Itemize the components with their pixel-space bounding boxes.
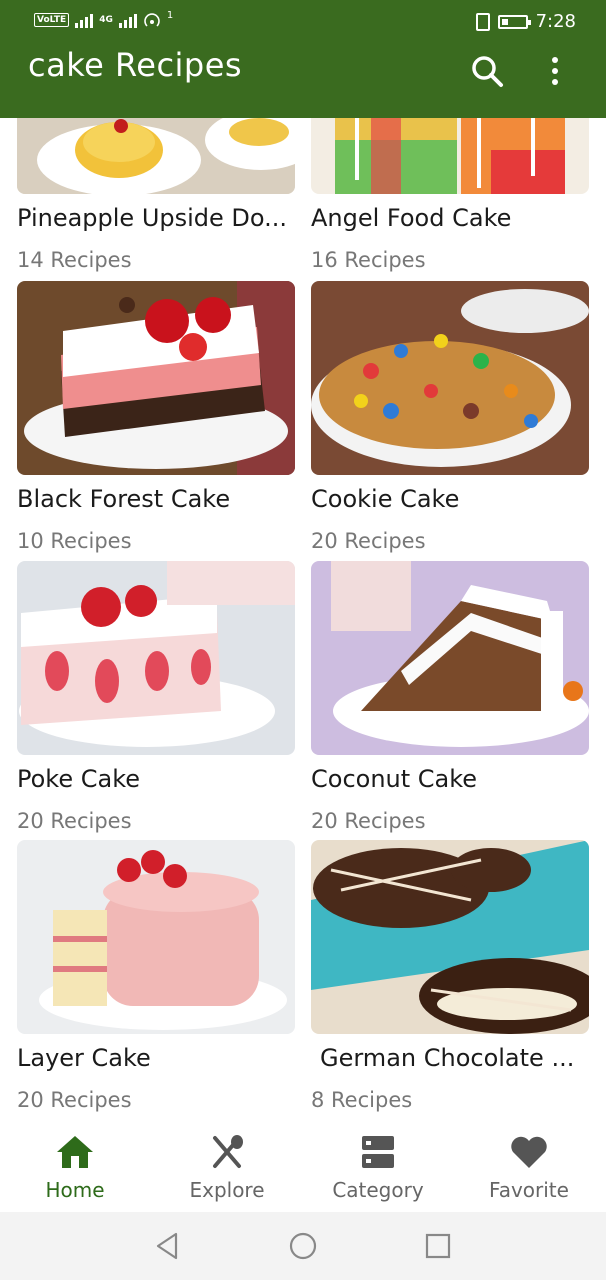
category-name: Poke Cake — [17, 765, 141, 793]
top-bar: VoLTE 4G 1 7:28 cake Recipes — [0, 0, 606, 118]
nav-home[interactable]: Home — [0, 1120, 150, 1212]
category-card[interactable]: Pineapple Upside Do... 14 Recipes — [17, 118, 295, 280]
hotspot-badge: 1 — [166, 9, 174, 21]
category-card[interactable]: German Chocolate ... 8 Recipes — [311, 840, 589, 1120]
nav-explore[interactable]: Explore — [152, 1120, 302, 1212]
recipe-count: 20 Recipes — [311, 809, 426, 833]
recents-icon[interactable] — [422, 1230, 454, 1262]
network-type: 4G — [99, 14, 113, 25]
category-card[interactable]: Poke Cake 20 Recipes — [17, 561, 295, 841]
utensils-icon — [213, 1135, 243, 1168]
recipe-count: 10 Recipes — [17, 529, 132, 553]
nav-category[interactable]: Category — [303, 1120, 453, 1212]
category-name: Pineapple Upside Do... — [17, 204, 288, 232]
category-image[interactable] — [17, 118, 295, 194]
home-circle-icon[interactable] — [287, 1230, 319, 1262]
category-image[interactable] — [311, 840, 589, 1034]
nav-favorite[interactable]: Favorite — [454, 1120, 604, 1212]
category-card[interactable]: Black Forest Cake 10 Recipes — [17, 281, 295, 561]
search-icon[interactable] — [468, 52, 506, 90]
more-vert-icon[interactable] — [540, 52, 570, 90]
recipe-count: 20 Recipes — [17, 809, 132, 833]
clock: 7:28 — [535, 11, 576, 32]
category-name: Angel Food Cake — [311, 204, 512, 232]
recipe-count: 14 Recipes — [17, 248, 132, 272]
category-image[interactable] — [311, 561, 589, 755]
back-icon[interactable] — [152, 1230, 184, 1262]
vibrate-icon — [475, 12, 490, 31]
category-card[interactable]: Coconut Cake 20 Recipes — [311, 561, 589, 841]
battery-icon — [497, 14, 531, 29]
category-card[interactable]: Cookie Cake 20 Recipes — [311, 281, 589, 561]
hotspot-icon — [144, 13, 160, 27]
home-icon — [57, 1136, 93, 1168]
heart-icon — [511, 1136, 547, 1168]
category-name: Coconut Cake — [311, 765, 478, 793]
category-image[interactable] — [311, 281, 589, 475]
nav-explore-label: Explore — [189, 1178, 265, 1202]
category-name: Layer Cake — [17, 1044, 151, 1072]
bottom-navigation: Home Explore Category Favorite — [0, 1120, 606, 1212]
category-card[interactable]: Layer Cake 20 Recipes — [17, 840, 295, 1120]
category-grid: Pineapple Upside Do... 14 Recipes Angel … — [0, 118, 606, 1120]
recipe-count: 16 Recipes — [311, 248, 426, 272]
nav-category-label: Category — [332, 1178, 424, 1202]
category-image[interactable] — [311, 118, 589, 194]
signal-icon-2 — [118, 12, 137, 28]
category-name: German Chocolate ... — [320, 1044, 575, 1072]
system-navigation-bar — [0, 1212, 606, 1280]
recipe-count: 20 Recipes — [17, 1088, 132, 1112]
recipe-count: 8 Recipes — [311, 1088, 413, 1112]
category-image[interactable] — [17, 281, 295, 475]
nav-home-label: Home — [45, 1178, 105, 1202]
category-icon — [362, 1136, 394, 1168]
signal-icon — [75, 12, 94, 28]
nav-favorite-label: Favorite — [489, 1178, 569, 1202]
app-title: cake Recipes — [28, 46, 243, 84]
category-image[interactable] — [17, 840, 295, 1034]
recipe-count: 20 Recipes — [311, 529, 426, 553]
volte-indicator: VoLTE — [34, 13, 70, 27]
status-bar: VoLTE 4G 1 7:28 — [0, 0, 606, 44]
category-image[interactable] — [17, 561, 295, 755]
category-card[interactable]: Angel Food Cake 16 Recipes — [311, 118, 589, 280]
category-name: Black Forest Cake — [17, 485, 231, 513]
category-name: Cookie Cake — [311, 485, 460, 513]
